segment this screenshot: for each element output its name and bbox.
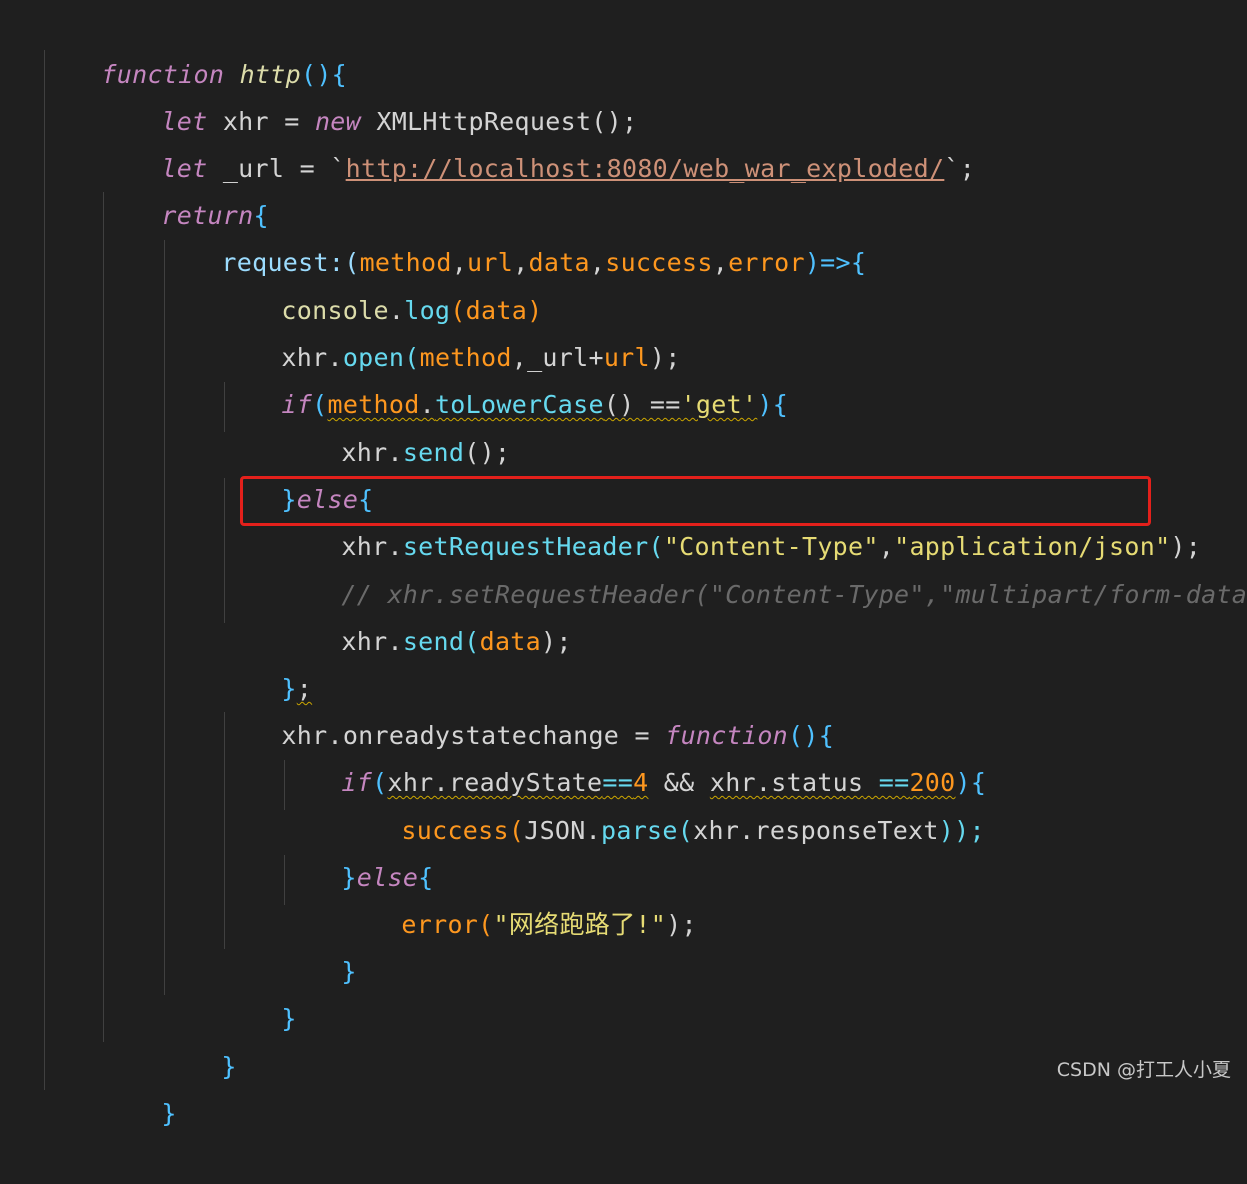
punctuation: . <box>387 627 403 656</box>
code-line[interactable]: if(xhr.readyState==4 && xhr.status ==200… <box>280 712 986 797</box>
code-line[interactable]: let _url = `http://localhost:8080/web_wa… <box>100 98 975 183</box>
parameter: success <box>605 248 713 277</box>
operator: () == <box>603 390 681 419</box>
code-line[interactable]: console.log(data) <box>220 240 542 325</box>
punctuation: `; <box>944 154 976 183</box>
url-string[interactable]: http://localhost:8080/web_war_exploded/ <box>346 154 945 183</box>
code-editor[interactable]: function http(){ let xhr = new XMLHttpRe… <box>0 0 1247 1128</box>
code-line[interactable]: function http(){ <box>40 4 347 89</box>
punctuation: . <box>585 816 601 845</box>
code-line[interactable]: xhr.open(method,_url+url); <box>220 287 681 372</box>
argument: data <box>479 627 541 656</box>
object: JSON <box>524 816 586 845</box>
punctuation: ( <box>508 816 525 845</box>
punctuation: ); <box>541 627 572 656</box>
code-line[interactable]: }; <box>220 618 312 703</box>
punctuation: } <box>161 1099 177 1128</box>
watermark: CSDN @打工人小夏 <box>1056 1059 1231 1081</box>
code-line[interactable]: request:(method,url,data,success,error)=… <box>160 192 866 277</box>
code-line[interactable]: }else{ <box>280 807 434 892</box>
code-line[interactable]: xhr.send(data); <box>280 571 572 656</box>
code-line[interactable]: } <box>280 901 357 986</box>
punctuation: )=>{ <box>804 248 867 277</box>
indent-guide <box>164 240 165 995</box>
operator: = ` <box>284 154 346 183</box>
punctuation: } <box>281 1004 297 1033</box>
code-line[interactable]: let xhr = new XMLHttpRequest(); <box>100 51 637 136</box>
indent-guide <box>44 50 45 1090</box>
method-name: send <box>402 438 465 467</box>
code-line[interactable]: xhr.send(); <box>280 382 510 467</box>
punctuation: )); <box>938 816 985 845</box>
punctuation: ( <box>478 910 494 939</box>
highlight-box <box>240 476 1151 526</box>
punctuation: . <box>387 438 403 467</box>
code-line[interactable]: } <box>220 948 297 1033</box>
string-literal: 'get' <box>680 390 758 419</box>
indent-guide <box>103 192 104 1042</box>
punctuation: ( <box>677 816 694 845</box>
method-name: send <box>402 627 465 656</box>
code-line[interactable]: } <box>160 996 237 1081</box>
punctuation: } <box>341 957 357 986</box>
code-line[interactable]: // xhr.setRequestHeader("Content-Type","… <box>280 524 1247 609</box>
parameter: error <box>728 248 805 277</box>
punctuation: ( <box>464 627 480 656</box>
punctuation: , <box>589 248 606 277</box>
code-line[interactable]: } <box>100 1043 177 1128</box>
punctuation: ){ <box>757 390 789 419</box>
code-line[interactable]: }else{ <box>220 429 374 514</box>
method-name: parse <box>601 816 678 845</box>
argument: xhr.responseText <box>693 816 939 845</box>
code-line[interactable]: xhr.onreadystatechange = function(){ <box>220 665 834 750</box>
object: xhr <box>341 627 388 656</box>
code-line[interactable]: error("网络跑路了!"); <box>340 854 697 939</box>
punctuation: ); <box>666 910 697 939</box>
function-call: error <box>401 910 479 939</box>
code-line[interactable]: return{ <box>100 145 269 230</box>
punctuation: (); <box>464 438 511 467</box>
string-literal: "网络跑路了!" <box>493 910 667 939</box>
code-line[interactable]: if(method.toLowerCase() =='get'){ <box>220 334 788 419</box>
code-line[interactable]: success(JSON.parse(xhr.responseText)); <box>340 760 985 845</box>
punctuation: , <box>712 248 729 277</box>
punctuation: } <box>221 1052 237 1081</box>
